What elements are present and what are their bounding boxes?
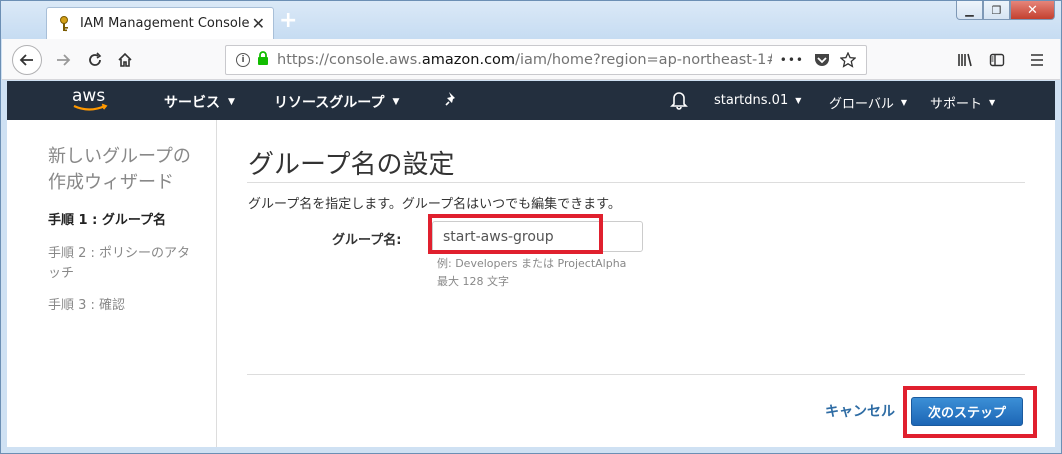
page-title: グループ名の設定 xyxy=(248,150,455,180)
chevron-down-icon: ▼ xyxy=(989,98,996,107)
page-info-icon[interactable]: i xyxy=(236,53,250,67)
sidebar-icon xyxy=(989,53,1005,67)
home-button[interactable] xyxy=(110,45,140,75)
button-highlight-box xyxy=(903,386,1037,438)
region-menu[interactable]: グローバル ▼ xyxy=(829,93,907,112)
account-menu[interactable]: startdns.01 ▼ xyxy=(714,93,801,108)
forward-button[interactable] xyxy=(48,45,78,75)
new-tab-button[interactable]: + xyxy=(279,8,297,33)
wizard-step-1[interactable]: 手順 1 : グループ名 xyxy=(48,211,198,231)
lock-icon[interactable] xyxy=(257,51,269,69)
iam-key-icon xyxy=(57,15,71,32)
address-bar[interactable]: i https://console.aws.amazon.com/iam/hom… xyxy=(225,45,867,75)
chevron-down-icon: ▼ xyxy=(900,98,908,107)
library-icon xyxy=(958,53,972,67)
pin-button[interactable] xyxy=(445,90,459,108)
wizard-content: 新しいグループの作成ウィザード 手順 1 : グループ名 手順 2 : ポリシー… xyxy=(7,120,1055,447)
region-label: グローバル xyxy=(829,97,894,112)
wizard-title: 新しいグループの作成ウィザード xyxy=(48,146,191,193)
notifications-button[interactable] xyxy=(670,90,688,110)
back-button[interactable] xyxy=(12,45,42,75)
maximize-button[interactable]: ❐ xyxy=(983,1,1010,20)
input-highlight-box xyxy=(428,214,603,254)
cancel-link[interactable]: キャンセル xyxy=(825,401,895,421)
page-description: グループ名を指定します。グループ名はいつでも編集できます。 xyxy=(248,197,621,212)
aws-logo[interactable]: aws xyxy=(69,85,113,115)
pocket-icon[interactable] xyxy=(814,53,830,67)
menu-button[interactable] xyxy=(1022,45,1052,75)
sidebar-toggle-button[interactable] xyxy=(982,45,1012,75)
wizard-step-2[interactable]: 手順 2 : ポリシーのアタッチ xyxy=(48,244,194,284)
group-name-max-length-hint: 最大 128 文字 xyxy=(437,275,509,288)
title-bar: IAM Management Console ✕ + ▁ ❐ ✕ xyxy=(1,1,1061,39)
tab-close-icon[interactable]: ✕ xyxy=(252,14,265,33)
tab-title: IAM Management Console xyxy=(80,16,250,31)
hamburger-menu-icon xyxy=(1031,54,1043,66)
forward-arrow-icon xyxy=(57,54,71,66)
chevron-down-icon: ▼ xyxy=(228,97,235,107)
url-prefix: https://console.aws. xyxy=(277,52,422,68)
resource-groups-label: リソースグループ xyxy=(274,95,385,111)
pushpin-icon xyxy=(445,92,455,106)
home-icon xyxy=(118,52,132,67)
aws-console-header: aws サービス ▼ リソースグループ ▼ startdns.01 ▼ グローバル ▼ … xyxy=(7,81,1055,120)
services-menu[interactable]: サービス ▼ xyxy=(164,92,235,112)
bookmark-star-icon[interactable] xyxy=(840,52,856,68)
resource-groups-menu[interactable]: リソースグループ ▼ xyxy=(274,92,399,112)
window-right-edge xyxy=(1055,81,1061,447)
chevron-down-icon: ▼ xyxy=(392,97,400,107)
reload-button[interactable] xyxy=(80,45,110,75)
reload-icon xyxy=(89,52,102,66)
bell-icon xyxy=(670,92,688,110)
group-name-example-hint: 例: Developers または ProjectAlpha xyxy=(437,257,627,270)
page-actions-icon[interactable]: ••• xyxy=(780,53,804,67)
library-button[interactable] xyxy=(950,45,980,75)
title-divider xyxy=(247,182,1025,183)
url-text[interactable]: https://console.aws.amazon.com/iam/home?… xyxy=(277,52,772,68)
services-label: サービス xyxy=(164,95,220,111)
wizard-sidebar: 新しいグループの作成ウィザード 手順 1 : グループ名 手順 2 : ポリシー… xyxy=(7,120,217,447)
support-label: サポート xyxy=(930,97,983,112)
url-path: /iam/home?region=ap-northeast-1# xyxy=(515,52,772,68)
wizard-step-3[interactable]: 手順 3 : 確認 xyxy=(48,296,198,316)
aws-smile-icon xyxy=(73,104,106,111)
window-close-button[interactable]: ✕ xyxy=(1010,1,1055,20)
minimize-button[interactable]: ▁ xyxy=(956,1,983,20)
url-domain: amazon.com xyxy=(421,52,516,68)
back-arrow-icon xyxy=(19,54,33,66)
navigation-toolbar: i https://console.aws.amazon.com/iam/hom… xyxy=(2,39,1060,80)
support-menu[interactable]: サポート ▼ xyxy=(930,93,995,112)
browser-tab[interactable]: IAM Management Console ✕ xyxy=(46,7,274,39)
account-label: startdns.01 xyxy=(714,93,789,108)
group-name-label: グループ名: xyxy=(332,233,402,248)
footer-divider xyxy=(247,374,1025,375)
chevron-down-icon: ▼ xyxy=(795,96,802,105)
browser-window: IAM Management Console ✕ + ▁ ❐ ✕ i https… xyxy=(0,0,1062,454)
aws-logo-text: aws xyxy=(72,86,105,106)
